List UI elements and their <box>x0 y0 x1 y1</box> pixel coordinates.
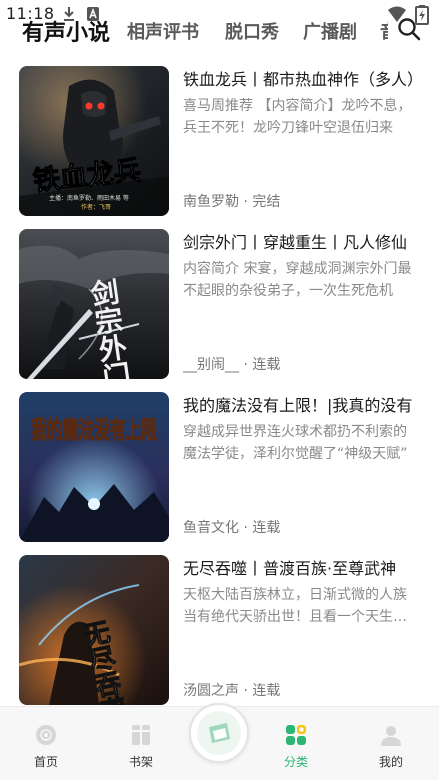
nav-profile-label: 我的 <box>378 755 403 769</box>
search-icon[interactable] <box>396 16 422 42</box>
cover-title-text: 我的魔法没有上限 <box>31 415 157 444</box>
home-disc-icon <box>36 725 56 745</box>
bookshelf-icon <box>132 725 150 745</box>
nav-home-label: 首页 <box>33 755 58 769</box>
tab-crosstalk[interactable]: 相声评书 <box>127 18 199 44</box>
book-item[interactable]: 我的魔法没有上限 我的魔法没有上限！|我真的没有 穿越成异世界连火球术都扔不利索… <box>19 392 424 542</box>
category-tab-bar: 有声小说 相声评书 脱口秀 广播剧 音 <box>0 14 439 48</box>
play-fab-icon <box>197 711 241 755</box>
profile-icon <box>381 726 401 746</box>
tab-music[interactable]: 音 <box>380 18 388 44</box>
book-item[interactable]: 剑宗外门 剑宗外门丨穿越重生丨凡人修仙 内容简介 宋宴，穿越成洞渊宗外门最不起眼… <box>19 229 424 379</box>
book-description: 喜马周推荐 【内容简介】龙吟不息，兵王不死！龙吟刀锋叶空退伍归来 <box>183 98 412 136</box>
cover-sub-text: 主播：南鱼罗勒、雨田木易 等 <box>49 194 129 202</box>
tab-radio-drama[interactable]: 广播剧 <box>303 18 357 44</box>
book-meta: 南鱼罗勒 · 完结 <box>183 194 281 210</box>
book-item[interactable]: 无尽吞噬 无尽吞噬丨普渡百族·至尊武神 天枢大陆百族林立，日渐式微的人族当有绝代… <box>19 555 424 705</box>
now-playing-button[interactable] <box>189 703 249 763</box>
book-cover[interactable]: 无尽吞噬 <box>19 555 169 705</box>
book-title[interactable]: 无尽吞噬丨普渡百族·至尊武神 <box>183 558 423 580</box>
book-cover[interactable]: 剑宗外门 <box>19 229 169 379</box>
book-description: 穿越成异世界连火球术都扔不利索的魔法学徒，泽利尔觉醒了“神级天赋” <box>183 424 408 462</box>
nav-category[interactable]: 分类 <box>266 707 326 780</box>
book-cover[interactable]: 铁血龙兵 主播：南鱼罗勒、雨田木易 等 作者：飞哥 <box>19 66 169 216</box>
book-cover[interactable]: 我的魔法没有上限 <box>19 392 169 542</box>
book-title[interactable]: 剑宗外门丨穿越重生丨凡人修仙 <box>183 232 423 254</box>
tab-audio-novel[interactable]: 有声小说 <box>22 15 110 47</box>
book-description: 内容简介 宋宴，穿越成洞渊宗外门最不起眼的杂役弟子，一次生死危机 <box>183 261 412 299</box>
nav-home[interactable]: 首页 <box>16 707 76 780</box>
nav-bookshelf-label: 书架 <box>128 755 153 769</box>
cover-author-text: 作者：飞哥 <box>81 203 111 211</box>
tab-talk-show[interactable]: 脱口秀 <box>225 18 279 44</box>
book-meta: 汤圆之声 · 连载 <box>183 683 281 699</box>
book-description: 天枢大陆百族林立，日渐式微的人族当有绝代天骄出世！且看一个天生废体 <box>183 587 407 625</box>
category-icon <box>286 725 306 745</box>
nav-category-label: 分类 <box>283 755 308 769</box>
bottom-nav: 首页 书架 分类 我的 <box>0 703 439 780</box>
nav-bookshelf[interactable]: 书架 <box>111 707 171 780</box>
nav-profile[interactable]: 我的 <box>361 707 421 780</box>
book-title[interactable]: 铁血龙兵丨都市热血神作（多人） <box>183 69 423 91</box>
book-meta: 鱼音文化 · 连载 <box>183 520 281 536</box>
book-meta: __别闹__ · 连载 <box>183 357 281 373</box>
book-item[interactable]: 铁血龙兵 主播：南鱼罗勒、雨田木易 等 作者：飞哥 铁血龙兵丨都市热血神作（多人… <box>19 66 424 216</box>
book-title[interactable]: 我的魔法没有上限！|我真的没有 <box>183 395 423 417</box>
